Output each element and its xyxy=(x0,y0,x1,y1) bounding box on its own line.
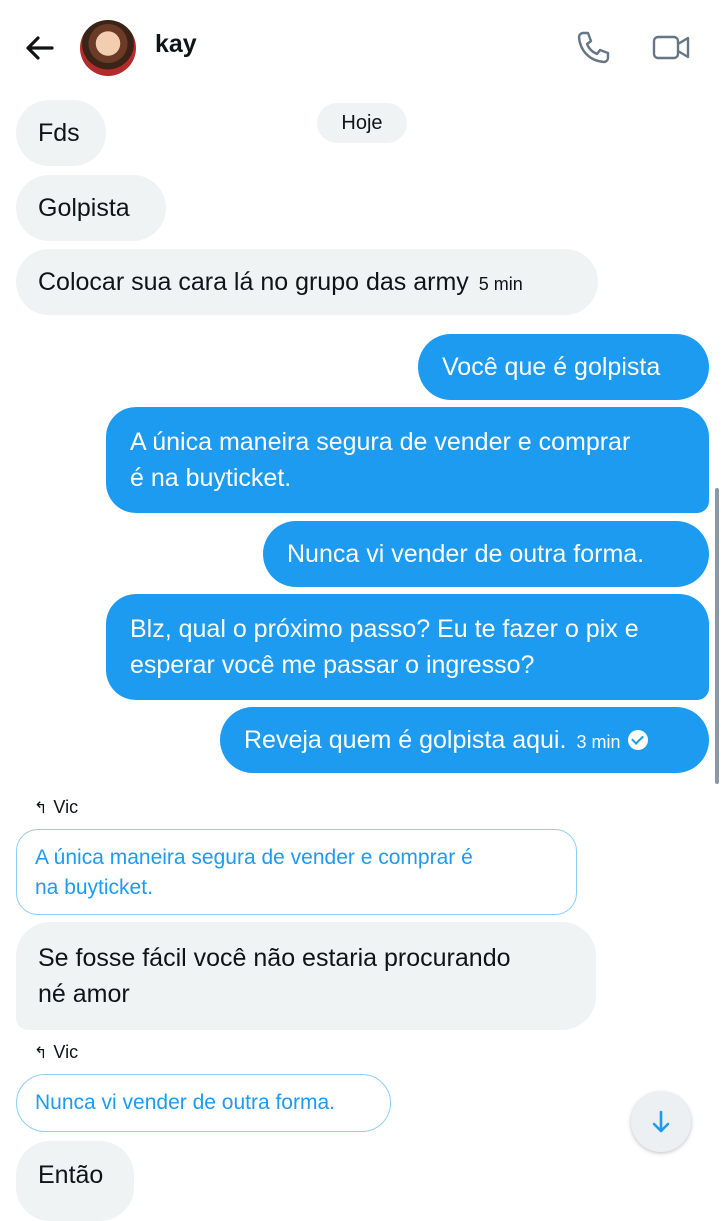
reply-arrow-icon: ↰ xyxy=(34,800,48,817)
message-bubble-incoming[interactable]: Então xyxy=(16,1141,134,1221)
reply-to-name: Vic xyxy=(53,797,79,817)
scrollbar[interactable] xyxy=(715,488,719,784)
read-check-icon xyxy=(628,730,649,750)
message-text-line: A única maneira segura de vender e compr… xyxy=(130,428,631,456)
message-text: Então xyxy=(38,1161,104,1189)
quoted-text-line: na buyticket. xyxy=(35,876,153,899)
message-text-line: é na buyticket. xyxy=(130,464,292,492)
video-camera-icon xyxy=(652,35,690,60)
reply-label: ↰ Vic xyxy=(34,797,78,818)
quoted-message[interactable]: Nunca vi vender de outra forma. xyxy=(16,1074,391,1132)
message-bubble-incoming[interactable]: Colocar sua cara lá no grupo das army 5 m… xyxy=(16,249,598,315)
reply-label: ↰ Vic xyxy=(34,1042,78,1063)
scroll-to-bottom-button[interactable] xyxy=(631,1092,691,1152)
date-separator: Hoje xyxy=(317,103,407,143)
phone-icon xyxy=(577,31,610,64)
message-bubble-incoming[interactable]: Golpista xyxy=(16,175,166,241)
quoted-text-line: A única maneira segura de vender e compr… xyxy=(35,846,473,869)
message-bubble-incoming[interactable]: Fds xyxy=(16,100,106,166)
message-timestamp: 3 min xyxy=(576,732,621,752)
message-bubble-incoming[interactable]: Se fosse fácil você não estaria procuran… xyxy=(16,922,596,1030)
message-text-line: Blz, qual o próximo passo? Eu te fazer o… xyxy=(130,615,639,643)
reply-to-name: Vic xyxy=(53,1042,79,1062)
avatar[interactable] xyxy=(80,20,136,76)
message-bubble-outgoing[interactable]: Nunca vi vender de outra forma. xyxy=(263,521,709,587)
message-text-line: Se fosse fácil você não estaria procuran… xyxy=(38,944,511,972)
message-text: Fds xyxy=(38,119,80,147)
message-bubble-outgoing[interactable]: Reveja quem é golpista aqui. 3 min xyxy=(220,707,709,773)
call-button[interactable] xyxy=(574,28,612,66)
message-bubble-outgoing[interactable]: Você que é golpista xyxy=(418,334,709,400)
message-text: Reveja quem é golpista aqui. xyxy=(244,726,567,754)
arrow-left-icon xyxy=(26,36,54,60)
message-bubble-outgoing[interactable]: A única maneira segura de vender e compr… xyxy=(106,407,709,513)
contact-name[interactable]: kay xyxy=(155,30,197,59)
reply-arrow-icon: ↰ xyxy=(34,1045,48,1062)
message-text: Nunca vi vender de outra forma. xyxy=(287,540,645,568)
video-call-button[interactable] xyxy=(650,28,692,66)
message-timestamp: 5 min xyxy=(478,274,523,294)
message-text-line: esperar você me passar o ingresso? xyxy=(130,651,535,679)
message-text: Golpista xyxy=(38,194,130,222)
message-bubble-outgoing[interactable]: Blz, qual o próximo passo? Eu te fazer o… xyxy=(106,594,709,700)
back-button[interactable] xyxy=(22,30,58,66)
message-text: Colocar sua cara lá no grupo das army xyxy=(38,268,469,296)
quoted-message[interactable]: A única maneira segura de vender e compr… xyxy=(16,829,577,915)
message-text-line: né amor xyxy=(38,980,130,1008)
chat-header: kay xyxy=(0,0,724,96)
quoted-text: Nunca vi vender de outra forma. xyxy=(35,1091,335,1114)
arrow-down-icon xyxy=(652,1110,670,1133)
message-text: Você que é golpista xyxy=(442,353,661,381)
